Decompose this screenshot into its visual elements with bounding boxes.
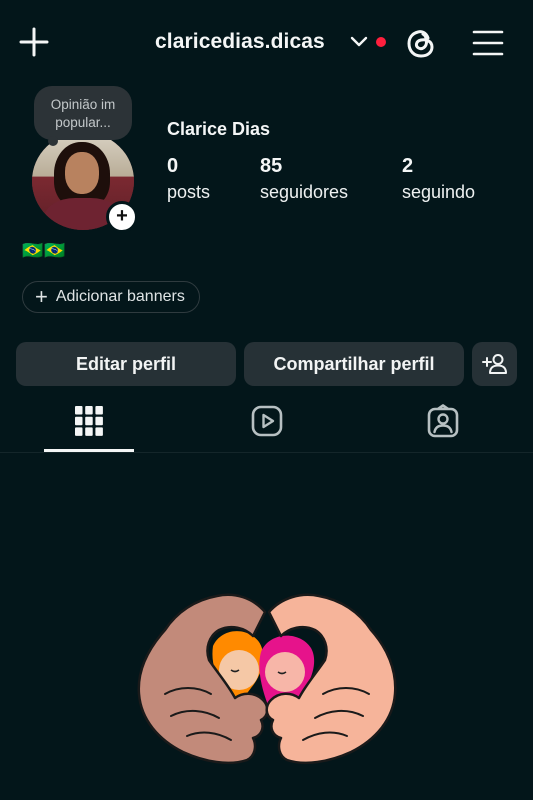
grid-icon <box>75 406 103 436</box>
followers-count[interactable]: 85 <box>260 155 282 178</box>
posts-count: 0 <box>167 155 179 177</box>
tabs-divider <box>0 452 533 453</box>
notification-dot <box>376 37 386 47</box>
followers-label[interactable]: seguidores <box>260 182 348 203</box>
username[interactable]: claricedias.dicas <box>155 30 325 54</box>
tab-grid[interactable] <box>44 398 134 444</box>
threads-button[interactable] <box>400 22 442 64</box>
following-label[interactable]: seguindo <box>402 182 475 203</box>
following-count[interactable]: 2 <box>402 155 413 178</box>
tab-reels[interactable] <box>222 398 312 444</box>
note-text: Opinião im popular... <box>50 97 116 130</box>
posts-label: posts <box>167 182 211 202</box>
add-banners-label: Adicionar banners <box>55 288 185 305</box>
create-button[interactable] <box>12 22 56 62</box>
add-banners-button[interactable]: + Adicionar banners <box>22 281 200 313</box>
account-switcher-button[interactable] <box>347 30 371 54</box>
tagged-person-icon <box>427 404 459 438</box>
chevron-down-icon <box>350 36 368 47</box>
plus-icon: + <box>35 284 48 309</box>
plus-icon <box>19 27 49 57</box>
add-person-icon <box>481 354 507 374</box>
display-name: Clarice Dias <box>167 119 271 139</box>
share-profile-button[interactable]: Compartilhar perfil <box>244 342 464 386</box>
bio-text: 🇧🇷🇧🇷 <box>22 241 67 260</box>
reels-icon <box>251 405 283 437</box>
heart-hands-illustration <box>137 593 397 765</box>
hamburger-menu-icon <box>472 30 504 56</box>
add-story-button[interactable]: + <box>106 201 138 233</box>
tab-tagged[interactable] <box>398 398 488 444</box>
menu-button[interactable] <box>466 22 510 64</box>
threads-icon <box>407 30 434 58</box>
discover-people-button[interactable] <box>472 342 517 386</box>
edit-profile-button[interactable]: Editar perfil <box>16 342 236 386</box>
note-bubble-tail <box>48 136 58 146</box>
